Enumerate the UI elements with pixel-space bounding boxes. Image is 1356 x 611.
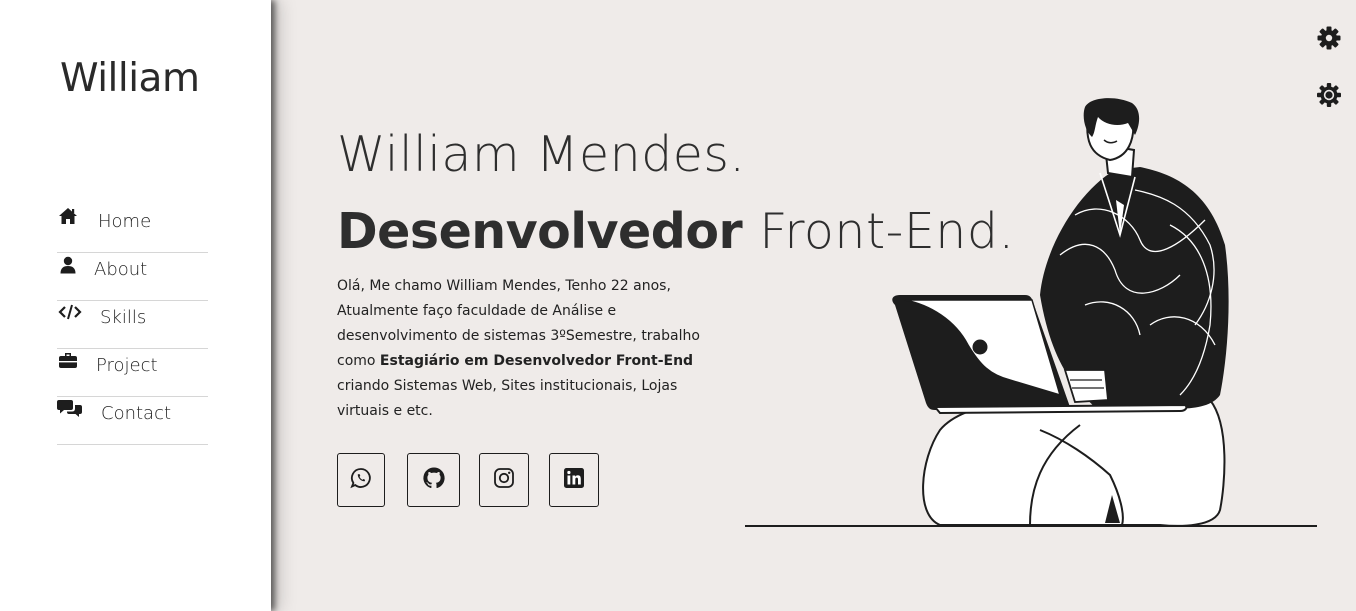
instagram-button[interactable]: [479, 453, 529, 507]
sidebar-item-label: About: [94, 259, 148, 280]
sidebar: William Home About Skills Project Contac…: [0, 0, 271, 611]
whatsapp-button[interactable]: [337, 453, 385, 507]
bio-highlight: Estagiário em Desenvolvedor Front-End: [379, 353, 694, 369]
sidebar-nav: Home About Skills Project Contact: [57, 205, 208, 445]
home-icon: [57, 205, 79, 227]
bio-paragraph: Olá, Me chamo William Mendes, Tenho 22 a…: [337, 274, 717, 424]
briefcase-icon: [57, 349, 79, 371]
sidebar-item-label: Home: [98, 211, 152, 232]
code-icon: [57, 301, 83, 323]
github-button[interactable]: [407, 453, 460, 507]
user-icon: [57, 254, 79, 276]
linkedin-button[interactable]: [549, 453, 599, 507]
chat-icon: [57, 397, 83, 419]
gear-icon[interactable]: [1315, 24, 1343, 52]
whatsapp-icon: [350, 467, 372, 493]
developer-illustration: [740, 95, 1320, 539]
sidebar-item-project[interactable]: Project: [57, 349, 208, 397]
hero-name: William Mendes.: [337, 126, 746, 183]
linkedin-icon: [563, 467, 585, 493]
bio-text-end: criando Sistemas Web, Sites instituciona…: [337, 378, 678, 419]
sidebar-item-contact[interactable]: Contact: [57, 397, 208, 445]
instagram-icon: [493, 467, 515, 493]
github-icon: [422, 466, 446, 494]
sidebar-item-label: Contact: [101, 403, 172, 424]
sidebar-item-about[interactable]: About: [57, 253, 208, 301]
sidebar-item-label: Skills: [100, 307, 147, 328]
sidebar-item-label: Project: [96, 355, 158, 376]
brand-logo[interactable]: William: [60, 56, 200, 101]
sidebar-item-home[interactable]: Home: [57, 205, 208, 253]
sidebar-item-skills[interactable]: Skills: [57, 301, 208, 349]
role-bold: Desenvolvedor: [337, 203, 743, 260]
page: William Home About Skills Project Contac…: [0, 0, 1356, 611]
